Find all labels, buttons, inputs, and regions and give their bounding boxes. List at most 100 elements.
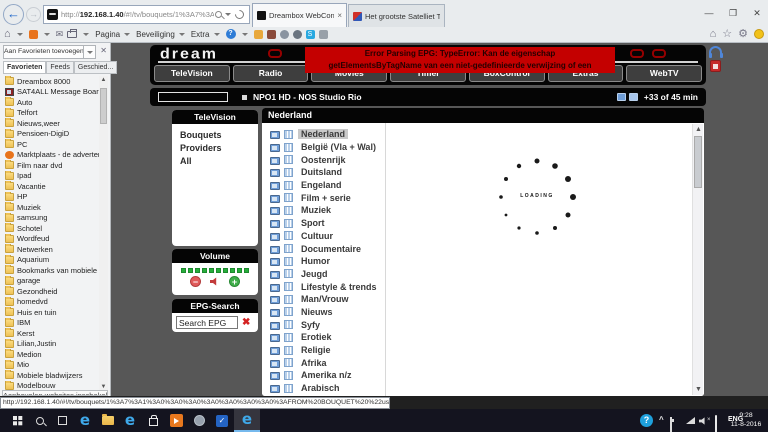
internet-explorer-active-button[interactable]: e: [234, 409, 260, 432]
bouquet-scrollbar[interactable]: ▲ ▼: [692, 124, 703, 395]
favorite-item[interactable]: PC: [0, 139, 100, 150]
addon-icon[interactable]: [254, 30, 263, 39]
favorites-scrollbar[interactable]: ▲ ▼: [99, 76, 108, 392]
epg-grid-icon[interactable]: [284, 269, 293, 278]
nav-button[interactable]: WebTV: [626, 65, 702, 82]
close-sidebar-icon[interactable]: ✕: [100, 46, 107, 55]
favorite-item[interactable]: Kerst: [0, 328, 100, 339]
bouquet-label[interactable]: Duitsland: [298, 167, 345, 177]
address-dropdown-icon[interactable]: [225, 13, 231, 16]
television-link[interactable]: Bouquets: [180, 129, 250, 142]
favorite-item[interactable]: Huis en tuin: [0, 307, 100, 318]
bouquet-item[interactable]: België (Vla + Wal): [262, 141, 704, 154]
epg-grid-icon[interactable]: [284, 384, 293, 393]
favorite-item[interactable]: Film naar dvd: [0, 160, 100, 171]
favorites-tab[interactable]: Geschied...: [74, 61, 117, 74]
favorites-tab[interactable]: Favorieten: [3, 61, 46, 74]
bouquet-label[interactable]: Religie: [298, 345, 334, 355]
epg-grid-icon[interactable]: [284, 219, 293, 228]
tv-icon[interactable]: [270, 131, 280, 139]
headphones-icon[interactable]: [709, 46, 722, 54]
bouquet-item[interactable]: Syfy: [262, 318, 704, 331]
tray-show-hidden-icons[interactable]: ^: [659, 415, 664, 424]
epg-grid-icon[interactable]: [284, 371, 293, 380]
tv-icon[interactable]: [270, 372, 280, 380]
bouquet-label[interactable]: Erotiek: [298, 332, 335, 342]
volume-segment[interactable]: [202, 268, 207, 273]
volume-segment[interactable]: [209, 268, 214, 273]
addon-icon[interactable]: [267, 30, 276, 39]
favorite-item[interactable]: Marktplaats - de advertentie...: [0, 150, 100, 161]
tv-screenshot-icon[interactable]: [629, 93, 638, 101]
print-dropdown-icon[interactable]: [83, 33, 89, 36]
nav-button[interactable]: Radio: [233, 65, 309, 82]
epg-grid-icon[interactable]: [284, 320, 293, 329]
bouquet-item[interactable]: Engeland: [262, 179, 704, 192]
home-dropdown-icon[interactable]: [17, 33, 23, 36]
favorite-item[interactable]: Muziek: [0, 202, 100, 213]
tv-icon[interactable]: [270, 385, 280, 393]
addon-icon[interactable]: [319, 30, 328, 39]
favorite-item[interactable]: Wordfeud: [0, 234, 100, 245]
epg-grid-icon[interactable]: [284, 257, 293, 266]
gear-icon[interactable]: ⚙: [738, 27, 748, 40]
volume-segment[interactable]: [188, 268, 193, 273]
epg-grid-icon[interactable]: [284, 333, 293, 342]
feeds-dropdown-icon[interactable]: [44, 33, 50, 36]
bouquet-item[interactable]: Amerika n/z: [262, 369, 704, 382]
bouquet-label[interactable]: Sport: [298, 218, 328, 228]
favorite-item[interactable]: Mio: [0, 360, 100, 371]
search-icon[interactable]: [215, 11, 222, 18]
volume-segment[interactable]: [181, 268, 186, 273]
bouquet-item[interactable]: Arabisch: [262, 382, 704, 395]
scrollbar-thumb[interactable]: [100, 88, 107, 124]
tv-icon[interactable]: [270, 334, 280, 342]
bouquet-item[interactable]: Jeugd: [262, 268, 704, 281]
favorite-item[interactable]: Ipad: [0, 171, 100, 182]
tv-icon[interactable]: [270, 246, 280, 254]
volume-down-button[interactable]: −: [190, 276, 201, 287]
tv-icon[interactable]: [270, 169, 280, 177]
bouquet-label[interactable]: Cultuur: [298, 231, 336, 241]
bouquet-label[interactable]: Oostenrijk: [298, 155, 349, 165]
bouquet-item[interactable]: Sport: [262, 217, 704, 230]
window-maximize-button[interactable]: ❐: [724, 7, 742, 20]
epg-grid-icon[interactable]: [284, 206, 293, 215]
bouquet-label[interactable]: Lifestyle & trends: [298, 282, 380, 292]
bouquet-label[interactable]: Nieuws: [298, 307, 336, 317]
bouquet-label[interactable]: Film + serie: [298, 193, 354, 203]
epg-search-input[interactable]: [176, 316, 238, 329]
epg-grid-icon[interactable]: [284, 231, 293, 240]
tv-icon[interactable]: [270, 309, 280, 317]
help-icon[interactable]: ?: [226, 29, 236, 39]
volume-segment[interactable]: [230, 268, 235, 273]
store-button[interactable]: [142, 409, 164, 432]
address-bar[interactable]: http://192.168.1.40/#!/tv/bouquets/1%3A7…: [43, 5, 250, 24]
tv-icon[interactable]: [270, 233, 280, 241]
favorite-item[interactable]: HP: [0, 192, 100, 203]
bouquet-label[interactable]: Muziek: [298, 205, 334, 215]
home-icon[interactable]: ⌂: [710, 28, 717, 40]
volume-up-button[interactable]: +: [229, 276, 240, 287]
bouquet-label[interactable]: Man/Vrouw: [298, 294, 352, 304]
bouquet-item[interactable]: Oostenrijk: [262, 153, 704, 166]
tv-icon[interactable]: [270, 157, 280, 165]
file-explorer-button[interactable]: [97, 409, 119, 432]
add-to-favorites-button[interactable]: Aan Favorieten toevoegen: [3, 45, 84, 59]
bouquet-item[interactable]: Muziek: [262, 204, 704, 217]
add-favorites-dropdown[interactable]: [84, 45, 96, 59]
edge-button[interactable]: e: [74, 409, 96, 432]
favorite-item[interactable]: Lilian,Justin: [0, 339, 100, 350]
stream-icon[interactable]: [617, 93, 626, 101]
favorite-item[interactable]: Mobiele bladwijzers: [0, 370, 100, 381]
favorite-item[interactable]: SAT4ALL Message Board Bek...: [0, 87, 100, 98]
bouquet-item[interactable]: Documentaire: [262, 242, 704, 255]
bouquet-label[interactable]: Engeland: [298, 180, 345, 190]
epg-grid-icon[interactable]: [284, 244, 293, 253]
epg-grid-icon[interactable]: [284, 168, 293, 177]
favorite-item[interactable]: Auto: [0, 97, 100, 108]
tv-icon[interactable]: [270, 195, 280, 203]
bouquet-label[interactable]: Jeugd: [298, 269, 331, 279]
media-player-button[interactable]: [165, 409, 187, 432]
epg-grid-icon[interactable]: [284, 295, 293, 304]
